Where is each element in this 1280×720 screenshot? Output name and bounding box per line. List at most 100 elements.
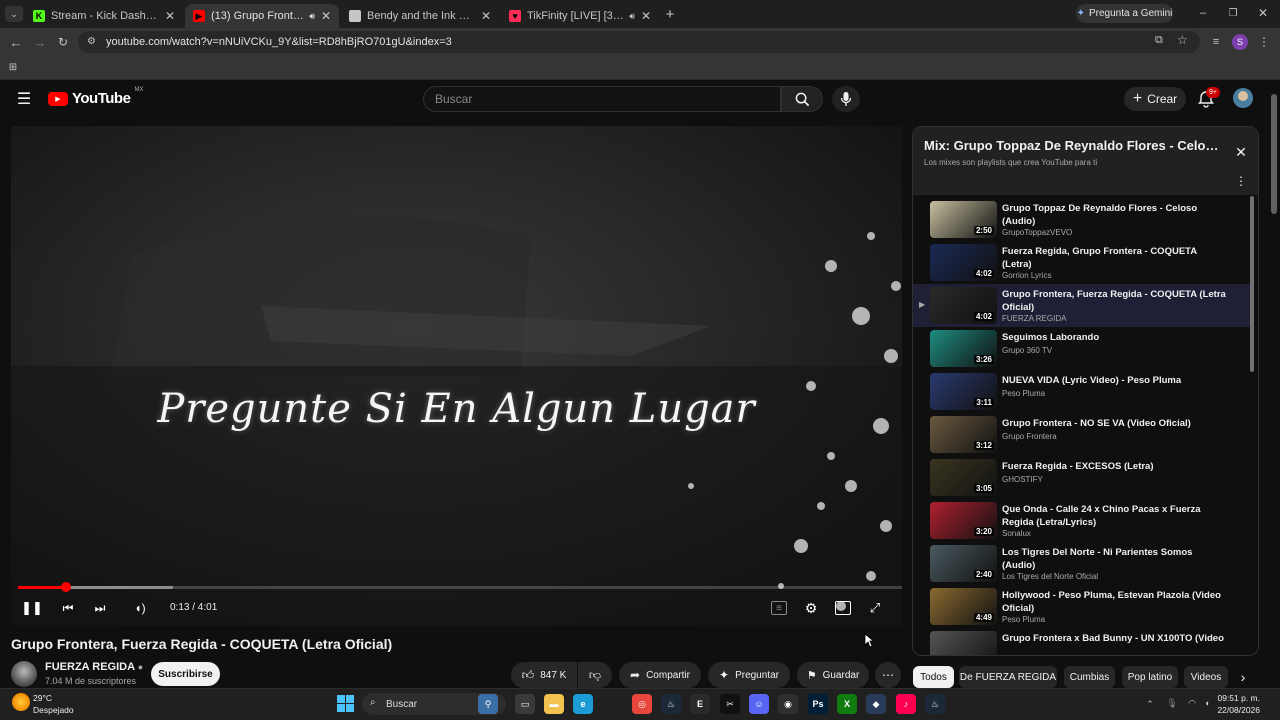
playlist-title[interactable]: Mix: Grupo Toppaz De Reynaldo Flores - C… xyxy=(924,138,1224,153)
playlist-thumbnail[interactable]: 3:12 xyxy=(930,416,997,453)
vpn-icon[interactable]: ◆ xyxy=(866,694,886,714)
playlist-thumbnail[interactable] xyxy=(930,631,997,655)
playlist-item[interactable]: 3:12 Grupo Frontera - NO SE VA (Video Ofi… xyxy=(913,413,1251,456)
page-scroll-thumb[interactable] xyxy=(1271,94,1277,214)
chrome-menu-icon[interactable]: ⋮ xyxy=(1258,35,1270,49)
chrome-browser-icon[interactable]: ◎ xyxy=(632,694,652,714)
reload-icon[interactable]: ↻ xyxy=(55,34,71,50)
tab-close-icon[interactable]: ✕ xyxy=(165,9,175,23)
page-scrollbar[interactable] xyxy=(1268,80,1280,688)
new-tab-icon[interactable]: + xyxy=(662,6,678,23)
playlist-item[interactable]: ▶ 4:02 Grupo Frontera, Fuerza Regida - COQ… xyxy=(913,284,1251,327)
youtube-logo[interactable]: ▶ YouTube MX xyxy=(48,87,143,107)
forward-icon[interactable]: → xyxy=(32,34,48,50)
like-button[interactable]: 👍︎ 847 K xyxy=(511,662,577,688)
steam-tray-icon[interactable]: ♨ xyxy=(925,694,945,714)
hamburger-menu-icon[interactable]: ☰ xyxy=(16,91,32,108)
next-icon[interactable]: ⏭ xyxy=(92,600,108,616)
fullscreen-icon[interactable]: ⤢ xyxy=(867,600,883,616)
filter-chip[interactable]: Cumbias xyxy=(1064,666,1115,688)
account-avatar[interactable] xyxy=(1233,88,1253,108)
volume-icon[interactable]: ◖) xyxy=(132,600,148,616)
profile-avatar[interactable]: S xyxy=(1232,34,1248,50)
playlist-thumbnail[interactable]: 3:20 xyxy=(930,502,997,539)
gemini-button[interactable]: ✦ Pregunta a Gemini xyxy=(1076,4,1173,23)
epic-games-icon[interactable]: E xyxy=(690,694,710,714)
filter-chip[interactable]: Pop latino xyxy=(1122,666,1178,688)
task-view-icon[interactable]: ▭ xyxy=(515,694,535,714)
browser-tab[interactable]: ♥ TikFinity [LIVE] [34 Viewers] 🔊︎ ✕ xyxy=(501,4,659,28)
filter-chip[interactable]: De FUERZA REGIDA xyxy=(959,666,1057,688)
close-playlist-icon[interactable]: ✕ xyxy=(1233,144,1249,160)
file-explorer-icon[interactable]: ▬ xyxy=(544,694,564,714)
capcut-icon[interactable]: ✂ xyxy=(720,694,740,714)
playlist-thumbnail[interactable]: 4:49 xyxy=(930,588,997,625)
subtitles-icon[interactable]: ≡ xyxy=(771,601,787,615)
weather-widget[interactable]: 29°C Despejado xyxy=(33,692,74,716)
tiktok-icon[interactable]: ♪ xyxy=(896,694,916,714)
save-button[interactable]: ⚑ Guardar xyxy=(797,662,869,688)
filter-chip[interactable]: Todos xyxy=(913,666,954,688)
playlist-thumbnail[interactable]: 2:40 xyxy=(930,545,997,582)
notifications-button[interactable]: 9+ xyxy=(1198,87,1220,108)
playlist-thumbnail[interactable]: 4:02 xyxy=(930,244,997,281)
site-info-icon[interactable]: ⚙ xyxy=(87,36,96,47)
minimize-icon[interactable]: – xyxy=(1196,6,1210,20)
voice-search-button[interactable] xyxy=(832,86,860,112)
tab-audio-icon[interactable]: 🔊︎ xyxy=(629,11,635,22)
tab-search-icon[interactable]: ⌄ xyxy=(5,6,23,22)
playlist-menu-icon[interactable]: ⋮ xyxy=(1235,174,1247,188)
microphone-tray-icon[interactable]: 🎙︎ xyxy=(1166,697,1178,709)
playlist-item[interactable]: 3:11 NUEVA VIDA (Lyric Video) - Peso Plum… xyxy=(913,370,1251,413)
browser-tab[interactable]: K Stream - Kick Dashboard ✕ xyxy=(25,4,183,28)
playlist-item[interactable]: 4:02 Fuerza Regida, Grupo Frontera - COQU… xyxy=(913,241,1251,284)
xbox-icon[interactable]: X xyxy=(837,694,857,714)
edge-browser-icon[interactable]: e xyxy=(573,694,593,714)
playlist-item[interactable]: 3:26 Seguimos Laborando Grupo 360 TV xyxy=(913,327,1251,370)
channel-avatar[interactable] xyxy=(11,661,37,687)
photoshop-icon[interactable]: Ps xyxy=(808,694,828,714)
scrubber-handle[interactable] xyxy=(60,582,71,592)
playlist-item[interactable]: Grupo Frontera x Bad Bunny - UN X100TO (… xyxy=(913,628,1251,655)
playlist-item[interactable]: 2:40 Los Tigres Del Norte - Ni Parientes … xyxy=(913,542,1251,585)
playlist-thumbnail[interactable]: 3:05 xyxy=(930,459,997,496)
playlist-item[interactable]: 3:20 Que Onda - Calle 24 x Chino Pacas x … xyxy=(913,499,1251,542)
dislike-button[interactable]: 👎︎ xyxy=(578,662,612,688)
playlist-thumbnail[interactable]: 3:26 xyxy=(930,330,997,367)
browser-tab[interactable]: ▶ (13) Grupo Frontera, Fuerza 🔊︎ ✕ xyxy=(185,4,339,28)
search-button[interactable] xyxy=(781,86,823,112)
windows-start-icon[interactable] xyxy=(337,695,354,712)
address-bar[interactable]: ⚙ youtube.com/watch?v=nNUiVCKu_9Y&list=R… xyxy=(78,31,1200,53)
tray-overflow-icon[interactable]: ⌃ xyxy=(1145,698,1155,710)
channel-name[interactable]: FUERZA REGIDA ● xyxy=(45,661,143,673)
playlist-item[interactable]: 2:50 Grupo Toppaz De Reynaldo Flores - Ce… xyxy=(913,198,1251,241)
pause-icon[interactable]: ❚❚ xyxy=(21,600,43,616)
browser-tab[interactable]: Bendy and the Ink Machine by ✕ xyxy=(341,4,499,28)
media-control-icon[interactable]: ≡ xyxy=(1209,35,1223,49)
apps-grid-icon[interactable]: ⊞ xyxy=(7,61,19,73)
playlist-scrollbar[interactable] xyxy=(1250,196,1254,372)
chips-next-icon[interactable]: › xyxy=(1236,669,1250,685)
tab-close-icon[interactable]: ✕ xyxy=(321,9,331,23)
previous-icon[interactable]: ⏮ xyxy=(60,600,76,616)
tab-audio-icon[interactable]: 🔊︎ xyxy=(309,11,315,22)
create-button[interactable]: + Crear xyxy=(1124,87,1186,111)
playlist-thumbnail[interactable]: 3:11 xyxy=(930,373,997,410)
restore-icon[interactable]: ❐ xyxy=(1226,6,1240,20)
search-input[interactable]: Buscar xyxy=(423,86,781,112)
more-actions-button[interactable]: ⋯ xyxy=(875,662,901,688)
playlist-item[interactable]: 4:49 Hollywood - Peso Pluma, Estevan Plaz… xyxy=(913,585,1251,628)
steam-icon[interactable]: ♨ xyxy=(661,694,681,714)
tab-close-icon[interactable]: ✕ xyxy=(641,9,651,23)
share-button[interactable]: ➦ Compartir xyxy=(619,662,701,688)
playlist-thumbnail[interactable]: 2:50 xyxy=(930,201,997,238)
back-icon[interactable]: ← xyxy=(8,34,24,50)
settings-gear-icon[interactable]: ⚙ xyxy=(803,600,819,616)
close-window-icon[interactable]: ✕ xyxy=(1256,6,1270,20)
obs-icon[interactable]: ◉ xyxy=(778,694,798,714)
system-clock[interactable]: 09:51 p. m. 22/08/2026 xyxy=(1214,692,1260,716)
playlist-thumbnail[interactable]: 4:02 xyxy=(930,287,997,324)
ask-button[interactable]: ✦ Preguntar xyxy=(708,662,790,688)
bookmark-star-icon[interactable]: ☆ xyxy=(1177,33,1188,47)
install-app-icon[interactable]: ⧉ xyxy=(1155,34,1163,47)
